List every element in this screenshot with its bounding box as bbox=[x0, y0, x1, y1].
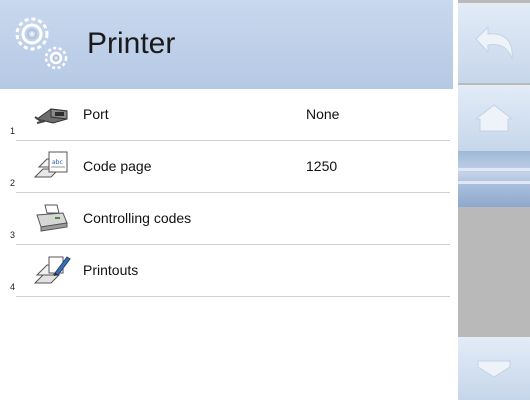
item-label: Controlling codes bbox=[83, 210, 192, 226]
back-button[interactable] bbox=[458, 3, 530, 83]
settings-list: 1 Port None 2 abc Code page 1250 3 Contr… bbox=[0, 89, 453, 297]
printer-settings-screen: Printer 1 Port None 2 abc Code page 1250… bbox=[0, 0, 530, 400]
home-button[interactable] bbox=[458, 85, 530, 151]
item-label: Printouts bbox=[83, 262, 139, 278]
gears-icon bbox=[6, 8, 76, 78]
list-item-code-page[interactable]: 2 abc Code page 1250 bbox=[0, 141, 453, 193]
scroll-grip-line bbox=[458, 181, 530, 184]
item-value: 1250 bbox=[306, 158, 338, 174]
printer-icon bbox=[33, 201, 71, 235]
item-number: 4 bbox=[10, 282, 16, 292]
page-title: Printer bbox=[87, 27, 176, 60]
printouts-edit-icon bbox=[33, 253, 71, 287]
scroll-grip-line bbox=[458, 168, 530, 171]
port-connector-icon bbox=[33, 97, 71, 131]
item-number: 3 bbox=[10, 230, 16, 240]
header-bar: Printer bbox=[0, 0, 453, 89]
right-sidebar bbox=[453, 0, 530, 400]
item-number: 1 bbox=[10, 126, 16, 136]
scroll-down-button[interactable] bbox=[458, 337, 530, 400]
list-item-printouts[interactable]: 4 Printouts bbox=[0, 245, 453, 297]
list-item-port[interactable]: 1 Port None bbox=[0, 89, 453, 141]
row-divider bbox=[16, 296, 450, 297]
list-item-controlling-codes[interactable]: 3 Controlling codes bbox=[0, 193, 453, 245]
item-label: Code page bbox=[83, 158, 152, 174]
item-number: 2 bbox=[10, 178, 16, 188]
code-page-document-icon: abc bbox=[33, 149, 71, 183]
svg-text:abc: abc bbox=[52, 159, 63, 166]
scroll-thumb[interactable] bbox=[458, 151, 530, 207]
item-value: None bbox=[306, 106, 340, 122]
item-label: Port bbox=[83, 106, 109, 122]
